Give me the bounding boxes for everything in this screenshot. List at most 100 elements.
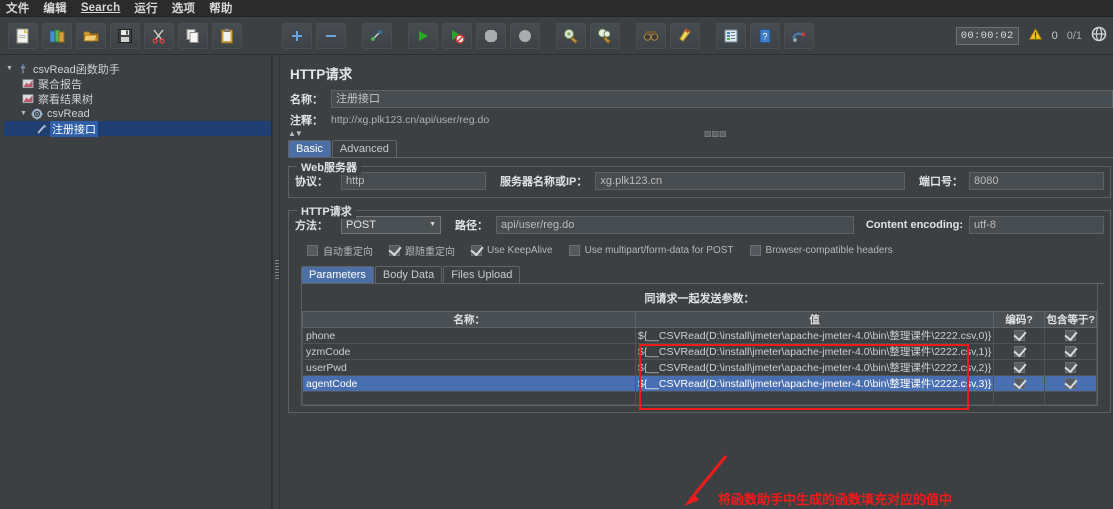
checkbox-include-equals[interactable] [1065, 378, 1077, 390]
menu-item-run[interactable]: 运行 [134, 0, 157, 16]
col-header-value[interactable]: 值 [635, 311, 994, 328]
menu-item-edit[interactable]: 编辑 [43, 0, 66, 16]
open-icon[interactable] [76, 22, 106, 49]
drag-handle-dots-icon[interactable]: ▨▨▨ [704, 129, 727, 138]
copy-icon[interactable] [178, 22, 208, 49]
cell-include-equals[interactable] [1044, 327, 1097, 344]
tab-advanced[interactable]: Advanced [331, 140, 397, 157]
http-request-group: HTTP请求 方法： POST ▼ 路径： api/user/reg.do Co… [288, 203, 1111, 413]
table-row[interactable]: yzmCode ${__CSVRead(D:\install\jmeter\ap… [301, 343, 1097, 360]
new-icon[interactable] [8, 22, 38, 49]
tree-node-test-plan[interactable]: ▼ csvRead函数助手 [4, 61, 271, 76]
col-header-include-equals[interactable]: 包含等于? [1044, 311, 1097, 328]
col-header-name[interactable]: 名称： [301, 311, 637, 328]
checkbox-encode[interactable] [1013, 330, 1025, 342]
checkbox-browser-compatible-headers[interactable]: Browser-compatible headers [749, 244, 893, 256]
menu-item-file[interactable]: 文件 [6, 0, 29, 16]
tree-node-aggregate-report[interactable]: 聚合报告 [4, 76, 271, 91]
cell-param-value[interactable]: ${__CSVRead(D:\install\jmeter\apache-jme… [635, 359, 994, 376]
tab-parameters[interactable]: Parameters [301, 266, 374, 283]
protocol-input[interactable]: http [341, 172, 486, 190]
table-row[interactable]: agentCode ${__CSVRead(D:\install\jmeter\… [301, 375, 1097, 392]
cell-encode[interactable] [992, 375, 1046, 392]
paste-icon[interactable] [212, 22, 242, 49]
cut-icon[interactable] [144, 22, 174, 49]
tree-node-view-results-tree[interactable]: 察看结果树 [4, 91, 271, 106]
cell-param-name[interactable]: phone [301, 327, 637, 344]
server-input[interactable]: xg.plk123.cn [595, 172, 905, 190]
cell-encode[interactable] [992, 327, 1046, 344]
expand-all-icon[interactable] [282, 22, 312, 49]
checkbox-auto-redirect[interactable]: 自动重定向 [307, 243, 373, 258]
table-row[interactable]: userPwd ${__CSVRead(D:\install\jmeter\ap… [301, 359, 1097, 376]
tree-node-label: csvRead [47, 107, 90, 120]
globe-icon[interactable] [1091, 26, 1107, 45]
test-plan-icon [15, 63, 31, 75]
templates-icon[interactable] [42, 22, 72, 49]
http-options-checkboxes: 自动重定向 跟随重定向 Use KeepAlive Use multipart/… [307, 241, 1104, 259]
checkbox-encode[interactable] [1013, 346, 1025, 358]
shutdown-icon[interactable] [510, 22, 540, 49]
cell-include-equals[interactable] [1044, 359, 1097, 376]
function-helper-icon[interactable] [716, 22, 746, 49]
menu-item-options[interactable]: 选项 [172, 0, 195, 16]
checkbox-include-equals[interactable] [1065, 362, 1077, 374]
menu-item-help[interactable]: 帮助 [209, 0, 232, 16]
cell-param-name[interactable]: userPwd [301, 359, 637, 376]
collapse-bar: ▲▼ ▨▨▨ [286, 128, 1113, 139]
comment-input[interactable]: http://xg.plk123.cn/api/user/reg.do [331, 114, 1113, 126]
checkbox-use-multipart[interactable]: Use multipart/form-data for POST [568, 244, 734, 256]
expand-toggle-icon[interactable]: ▼ [18, 110, 29, 117]
menu-item-search[interactable]: Search [81, 2, 121, 14]
clear-icon[interactable] [556, 22, 586, 49]
cell-param-name[interactable]: yzmCode [301, 343, 637, 360]
tree-node-thread-group[interactable]: ▼ csvRead [4, 106, 271, 121]
checkbox-encode[interactable] [1013, 378, 1025, 390]
cell-param-name[interactable]: agentCode [301, 375, 637, 392]
expand-toggle-icon[interactable]: ▼ [4, 65, 15, 72]
cell-encode[interactable] [992, 359, 1046, 376]
tab-basic[interactable]: Basic [288, 140, 331, 157]
clear-all-icon[interactable] [590, 22, 620, 49]
warning-triangle-icon[interactable] [1028, 27, 1043, 44]
toggle-icon[interactable] [362, 22, 392, 49]
collapse-all-icon[interactable] [316, 22, 346, 49]
splitter-grip[interactable] [275, 260, 279, 280]
main-content: ▼ csvRead函数助手 聚合报告 察看结果树 ▼ csvRead 注册接口 … [0, 55, 1113, 509]
tab-body-data[interactable]: Body Data [374, 266, 443, 283]
start-icon[interactable] [408, 22, 438, 49]
method-select[interactable]: POST ▼ [341, 216, 441, 234]
tree-node-label: 注册接口 [50, 120, 98, 137]
cell-param-value[interactable]: ${__CSVRead(D:\install\jmeter\apache-jme… [635, 343, 994, 360]
port-input[interactable]: 8080 [969, 172, 1104, 190]
search-reset-icon[interactable] [670, 22, 700, 49]
name-input[interactable]: 注册接口 [331, 90, 1113, 108]
start-no-pauses-icon[interactable] [442, 22, 472, 49]
tree-node-http-sampler[interactable]: 注册接口 [4, 120, 271, 137]
help-icon[interactable]: ? [750, 22, 780, 49]
menu-bar: 文件 编辑 Search 运行 选项 帮助 [0, 0, 1113, 17]
search-icon[interactable] [636, 22, 666, 49]
web-server-group: Web服务器 协议： http 服务器名称或IP： xg.plk123.cn 端… [288, 159, 1111, 198]
save-icon[interactable] [110, 22, 140, 49]
content-encoding-input[interactable]: utf-8 [969, 216, 1104, 234]
cell-include-equals[interactable] [1044, 343, 1097, 360]
cell-param-value[interactable]: ${__CSVRead(D:\install\jmeter\apache-jme… [635, 375, 994, 392]
checkbox-use-keepalive[interactable]: Use KeepAlive [471, 244, 553, 256]
col-header-encode[interactable]: 编码? [992, 311, 1046, 328]
checkbox-include-equals[interactable] [1065, 330, 1077, 342]
table-row[interactable]: phone ${__CSVRead(D:\install\jmeter\apac… [301, 327, 1097, 344]
cell-include-equals[interactable] [1044, 375, 1097, 392]
checkbox-include-equals[interactable] [1065, 346, 1077, 358]
cell-param-value[interactable]: ${__CSVRead(D:\install\jmeter\apache-jme… [635, 327, 994, 344]
checkbox-encode[interactable] [1013, 362, 1025, 374]
checkbox-follow-redirect[interactable]: 跟随重定向 [389, 243, 455, 258]
cell-encode[interactable] [992, 343, 1046, 360]
collapse-arrows-icon[interactable]: ▲▼ [286, 129, 303, 138]
path-input[interactable]: api/user/reg.do [496, 216, 854, 234]
tab-files-upload[interactable]: Files Upload [443, 266, 521, 283]
undo-redo-icon[interactable] [784, 22, 814, 49]
pane-splitter[interactable] [272, 55, 280, 509]
stop-icon[interactable] [476, 22, 506, 49]
web-server-row: 协议： http 服务器名称或IP： xg.plk123.cn 端口号： 808… [295, 171, 1104, 191]
